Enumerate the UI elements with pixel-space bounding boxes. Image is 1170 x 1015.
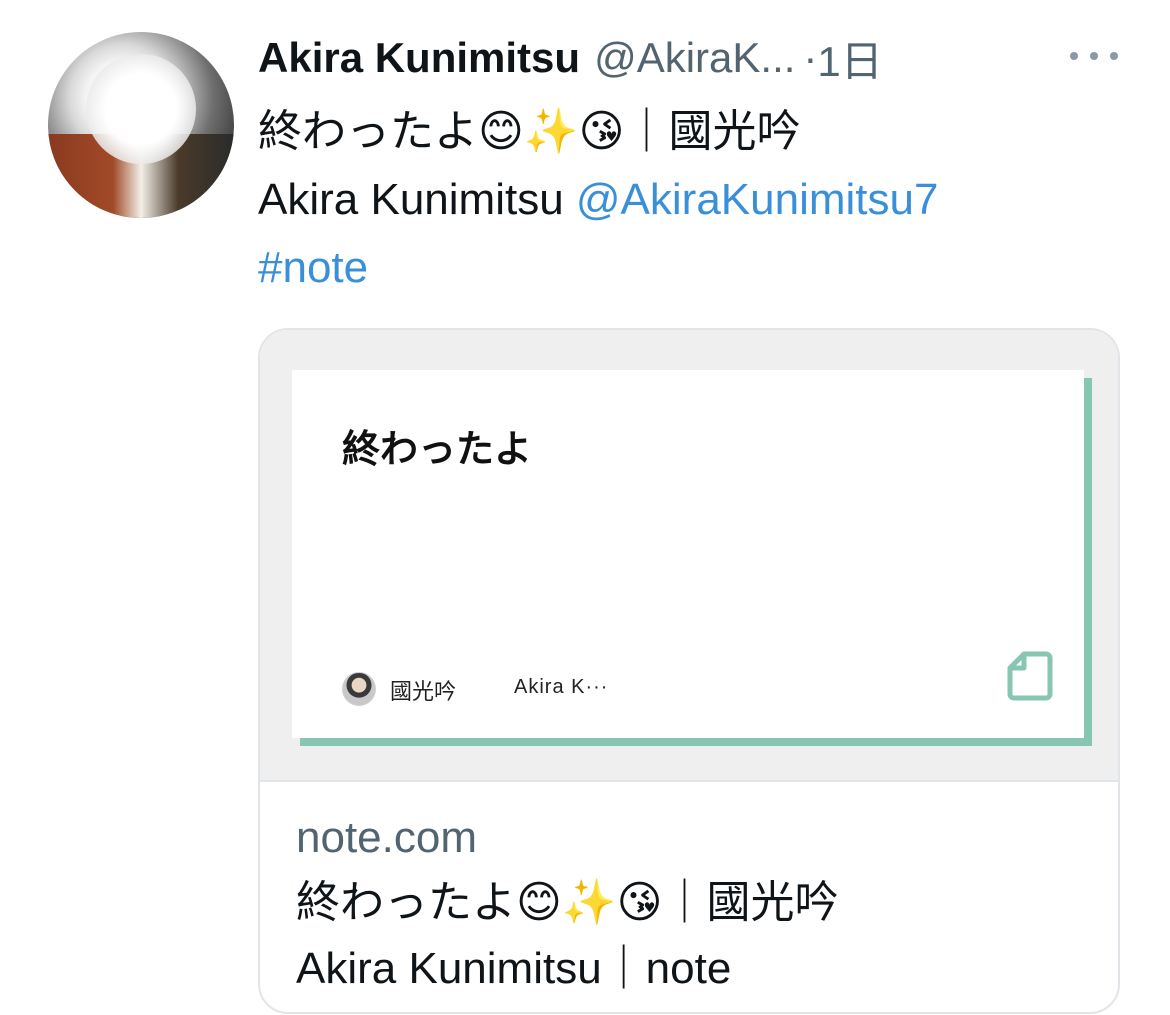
card-title-line: Akira Kunimitsu｜note xyxy=(296,944,732,993)
card-domain: note.com xyxy=(296,813,477,862)
card-image: 終わったよ 國光吟 Akira K··· xyxy=(260,330,1118,782)
tweet-text-line: Akira Kunimitsu @AkiraKunimitsu7 xyxy=(258,166,1118,234)
profile-avatar[interactable] xyxy=(48,32,234,218)
tweet-header: Akira Kunimitsu @AkiraK... · 1日 xyxy=(258,30,1018,86)
card-title-line: 終わったよ😊✨😘｜國光吟 xyxy=(296,878,839,927)
tweet-text-line: 終わったよ😊✨😘｜國光吟 xyxy=(258,107,801,156)
author-name-text: Akira Kunimitsu xyxy=(258,175,576,224)
note-title: 終わったよ xyxy=(342,429,533,471)
tweet-text-line: #note xyxy=(258,234,1118,302)
note-author-subtitle: Akira K··· xyxy=(514,676,609,698)
mention-link[interactable]: @AkiraKunimitsu7 xyxy=(576,175,939,224)
note-author-name: 國光吟 xyxy=(390,679,457,704)
tweet-timestamp[interactable]: 1日 xyxy=(817,28,882,89)
display-name[interactable]: Akira Kunimitsu xyxy=(258,34,580,82)
more-dot xyxy=(1090,52,1098,60)
more-horizontal-icon[interactable] xyxy=(1070,46,1118,66)
more-dot xyxy=(1070,52,1078,60)
note-sheet: 終わったよ 國光吟 Akira K··· xyxy=(292,370,1084,738)
tweet-text: 終わったよ😊✨😘｜國光吟 Akira Kunimitsu @AkiraKunim… xyxy=(258,98,1118,302)
note-author-avatar xyxy=(342,672,376,706)
card-meta: note.com 終わったよ😊✨😘｜國光吟 Akira Kunimitsu｜no… xyxy=(296,810,1096,1002)
card-title: 終わったよ😊✨😘｜國光吟 Akira Kunimitsu｜note xyxy=(296,870,1096,1002)
note-document-icon xyxy=(1007,651,1053,701)
link-preview-card[interactable]: 終わったよ 國光吟 Akira K··· note.com 終わったよ😊✨😘｜國… xyxy=(258,328,1120,1014)
header-separator: · xyxy=(803,34,818,81)
more-dot xyxy=(1110,52,1118,60)
avatar-face-blur xyxy=(86,54,196,164)
hashtag-link[interactable]: #note xyxy=(258,243,368,292)
user-handle[interactable]: @AkiraK... xyxy=(594,34,795,82)
